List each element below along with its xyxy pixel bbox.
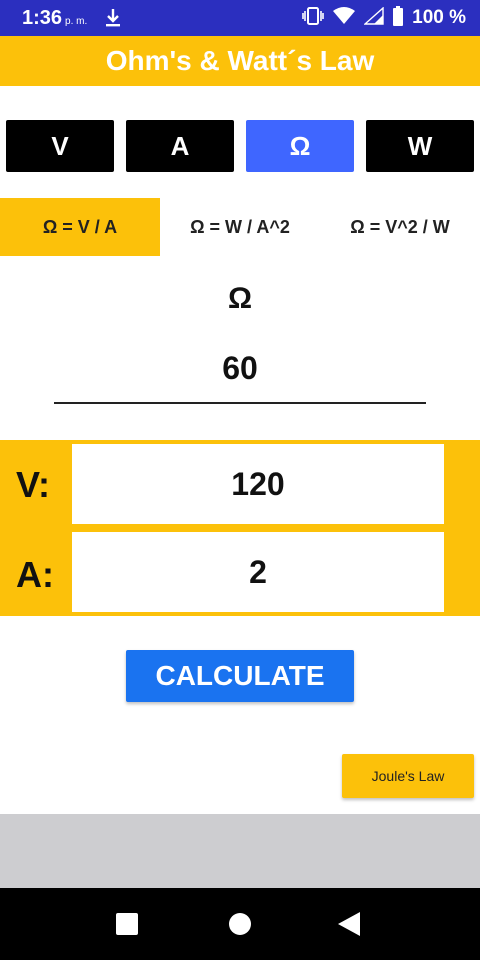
back-icon[interactable] [338,912,360,936]
formula-tab-v2-over-w[interactable]: Ω = V^2 / W [320,198,480,256]
ad-placeholder [0,814,480,888]
status-ampm: p. m. [65,15,88,27]
current-input[interactable]: 2 [72,532,444,612]
download-icon [105,8,121,28]
recents-icon[interactable] [116,913,138,935]
mode-button-ohm[interactable]: Ω [246,120,354,172]
formula-tab-w-over-a2[interactable]: Ω = W / A^2 [160,198,320,256]
mode-button-v[interactable]: V [6,120,114,172]
result-unit-symbol: Ω [227,282,253,315]
input-panel: V: 120 A: 2 [0,440,480,616]
joules-law-button[interactable]: Joule's Law [342,754,474,798]
mode-button-w[interactable]: W [366,120,474,172]
status-bar: 1:36 p. m. 100 % [0,0,480,36]
voltage-label: V: [16,464,51,505]
battery-icon [392,5,404,31]
current-label: A: [16,554,54,595]
result-value: 60 [222,350,258,386]
result-underline [54,402,426,404]
formula-tab-v-over-a[interactable]: Ω = V / A [0,198,160,256]
wifi-icon [332,6,356,30]
app-title-bar: Ohm's & Watt´s Law [0,36,480,86]
page-title: Ohm's & Watt´s Law [105,45,375,76]
mode-button-a[interactable]: A [126,120,234,172]
signal-icon [363,5,384,30]
home-icon[interactable] [229,913,251,935]
status-time: 1:36 [22,6,63,29]
calculate-button[interactable]: CALCULATE [126,650,354,702]
voltage-input[interactable]: 120 [72,444,444,524]
battery-percent: 100 % [412,7,466,28]
vibrate-icon [302,6,324,30]
